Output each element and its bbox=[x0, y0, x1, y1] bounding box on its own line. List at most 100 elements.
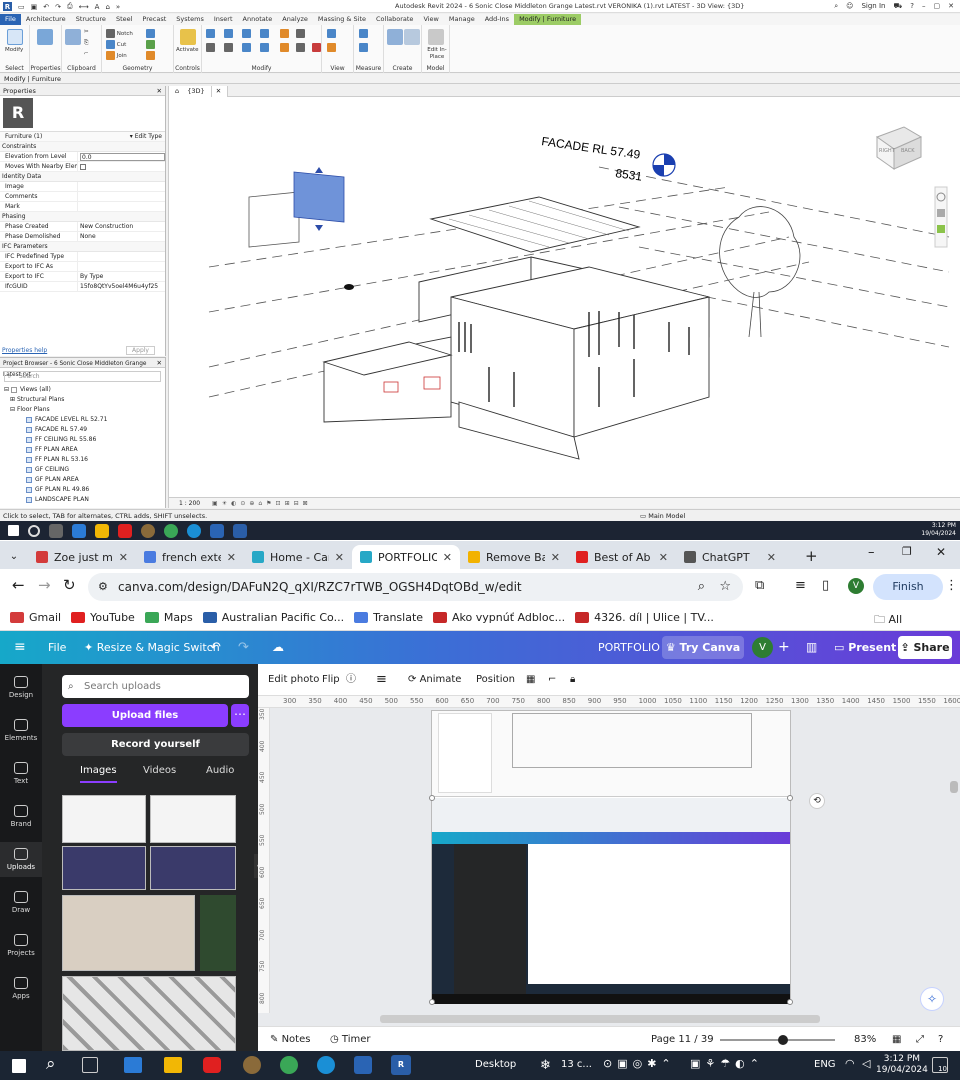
ribbon-tab[interactable]: Analyze bbox=[277, 14, 313, 25]
page-indicator[interactable]: Page 11 / 39 bbox=[651, 1027, 714, 1052]
mirror-draw-icon[interactable] bbox=[260, 29, 269, 38]
upload-files-button[interactable]: Upload files bbox=[62, 704, 228, 727]
close-icon[interactable]: ✕ bbox=[157, 86, 162, 96]
close-tab-icon[interactable]: ✕ bbox=[551, 551, 560, 564]
redo-icon[interactable]: ↷ bbox=[55, 3, 61, 11]
copy-tool-icon[interactable] bbox=[224, 43, 233, 52]
search-uploads-input[interactable]: ⌕ Search uploads bbox=[62, 675, 249, 698]
model-canvas[interactable]: FACADE RL 57.49 8531 RIGHT BACK bbox=[169, 97, 960, 497]
bookmark-star-icon[interactable]: ☆ bbox=[719, 573, 731, 601]
restore-icon[interactable]: ❐ bbox=[902, 545, 912, 558]
forward-icon[interactable]: → bbox=[38, 576, 51, 594]
site-info-icon[interactable]: ⚙ bbox=[98, 573, 108, 601]
properties-help-link[interactable]: Properties help bbox=[2, 347, 47, 354]
revit-icon[interactable]: R bbox=[391, 1055, 411, 1075]
search-icon[interactable]: ⌕ bbox=[834, 2, 838, 11]
close-tab-icon[interactable]: ✕ bbox=[227, 551, 236, 564]
facade-level-label[interactable]: FACADE RL 57.49 bbox=[541, 134, 642, 162]
canva-avatar[interactable]: V bbox=[752, 637, 773, 658]
browser-search-input[interactable]: ⌕ Search bbox=[4, 371, 161, 382]
prop-row[interactable]: Export to IFC By Type bbox=[0, 272, 165, 282]
back-icon[interactable]: ← bbox=[12, 576, 25, 594]
revit-icon[interactable] bbox=[233, 523, 247, 538]
horizontal-scrollbar[interactable] bbox=[380, 1015, 820, 1023]
rail-item-text[interactable]: Text bbox=[0, 762, 42, 785]
windows-start-icon[interactable] bbox=[12, 1059, 26, 1073]
override-icon[interactable] bbox=[327, 43, 336, 52]
paste-icon[interactable] bbox=[65, 29, 81, 45]
cut-button[interactable]: Cut bbox=[106, 40, 126, 49]
design-page[interactable] bbox=[429, 710, 793, 1005]
level-number-label[interactable]: 8531 bbox=[615, 166, 644, 184]
bookmark-item[interactable]: Maps bbox=[144, 611, 193, 624]
match-icon[interactable]: ⌐ bbox=[84, 51, 89, 57]
ribbon-tab[interactable]: Collaborate bbox=[371, 14, 418, 25]
resize-handle[interactable] bbox=[429, 999, 435, 1005]
minimize-icon[interactable]: – bbox=[868, 545, 875, 560]
more-icon[interactable]: » bbox=[116, 3, 120, 11]
more-options-icon[interactable]: ⋯ bbox=[231, 704, 249, 727]
array-icon[interactable] bbox=[296, 29, 305, 38]
rail-item-elements[interactable]: Elements bbox=[0, 719, 42, 742]
tree-node-views[interactable]: ⊟ Views (all) bbox=[0, 385, 165, 395]
notes-button[interactable]: ✎ Notes bbox=[270, 1027, 310, 1052]
desktop-label[interactable]: Desktop bbox=[475, 1059, 516, 1070]
media-icon[interactable]: ≡ bbox=[795, 578, 806, 593]
properties-icon[interactable] bbox=[37, 29, 53, 45]
bookmark-item[interactable]: Translate bbox=[354, 611, 423, 624]
finish-update-button[interactable]: Finish update bbox=[873, 574, 943, 619]
measure-tool-icon[interactable] bbox=[359, 29, 368, 38]
close-tab-icon[interactable]: ✕ bbox=[659, 551, 668, 564]
open-icon[interactable]: ▭ bbox=[18, 3, 25, 11]
create-assembly-icon[interactable] bbox=[387, 29, 403, 45]
close-window-icon[interactable]: ✕ bbox=[936, 545, 946, 559]
info-icon[interactable]: ⓘ bbox=[346, 664, 356, 696]
grip-arrow-icon[interactable] bbox=[315, 167, 323, 173]
help-icon[interactable]: ? bbox=[910, 2, 914, 11]
mail-icon[interactable] bbox=[72, 523, 86, 538]
split-icon[interactable] bbox=[280, 29, 289, 38]
page-image-screenshot[interactable] bbox=[432, 798, 790, 1004]
copy-icon[interactable]: ⎘ bbox=[84, 40, 88, 47]
search-icon[interactable] bbox=[28, 524, 40, 537]
bookmark-item[interactable]: Ako vypnúť Adbloc... bbox=[433, 611, 565, 624]
page-image-floorplan[interactable] bbox=[432, 711, 790, 797]
offset-icon[interactable] bbox=[224, 29, 233, 38]
doc-title[interactable]: PORTFOLIO bbox=[598, 631, 660, 664]
revit-logo-icon[interactable]: R bbox=[3, 2, 12, 11]
rail-item-draw[interactable]: Draw bbox=[0, 891, 42, 914]
ribbon-tab[interactable]: File bbox=[0, 14, 21, 25]
prop-row[interactable]: Mark bbox=[0, 202, 165, 212]
tree-item-view[interactable]: GF CEILING bbox=[0, 465, 165, 475]
grip-arrow-icon[interactable] bbox=[315, 225, 323, 231]
youtube-icon[interactable] bbox=[118, 523, 132, 538]
flip-button[interactable]: Flip bbox=[322, 664, 340, 696]
close-icon[interactable]: ✕ bbox=[948, 2, 954, 11]
trim-icon[interactable] bbox=[260, 43, 269, 52]
pin-icon[interactable] bbox=[296, 43, 305, 52]
tree-item-view[interactable]: FACADE LEVEL RL 52.71 bbox=[0, 415, 165, 425]
3d-view-icon[interactable]: ⌂ bbox=[105, 3, 109, 11]
split-face-icon[interactable] bbox=[146, 40, 155, 49]
zoom-icon[interactable] bbox=[937, 209, 945, 217]
prop-row[interactable]: Elevation from Level 0.0 bbox=[0, 152, 165, 162]
tree-item-view[interactable]: LANDSCAPE PLAN bbox=[0, 495, 165, 505]
browser-tab[interactable]: ChatGPT ✕ bbox=[676, 545, 784, 569]
profile-avatar[interactable]: V bbox=[848, 578, 864, 594]
paint-icon[interactable] bbox=[146, 51, 155, 60]
tree-item-view[interactable]: GF PLAN AREA bbox=[0, 475, 165, 485]
browser-tab[interactable]: Home - Canva✕ bbox=[244, 545, 352, 569]
transparency-icon[interactable]: ▦ bbox=[526, 664, 535, 696]
zoom-level[interactable]: 83% bbox=[854, 1027, 876, 1052]
edit-type-button[interactable]: ▾ Edit Type bbox=[78, 132, 165, 141]
ribbon-tab[interactable]: Steel bbox=[111, 14, 137, 25]
rail-item-design[interactable]: Design bbox=[0, 676, 42, 699]
insights-icon[interactable]: ▥ bbox=[806, 631, 817, 664]
tree-item-view[interactable]: FF PLAN AREA bbox=[0, 445, 165, 455]
clock[interactable]: 3:12 PM 19/04/2024 bbox=[876, 1054, 928, 1076]
minimize-icon[interactable]: – bbox=[922, 2, 926, 11]
undo-icon[interactable]: ↶ bbox=[210, 631, 221, 664]
ribbon-tab[interactable]: Architecture bbox=[21, 14, 71, 25]
task-view-icon[interactable] bbox=[49, 523, 63, 538]
help-icon[interactable]: ? bbox=[938, 1027, 943, 1052]
